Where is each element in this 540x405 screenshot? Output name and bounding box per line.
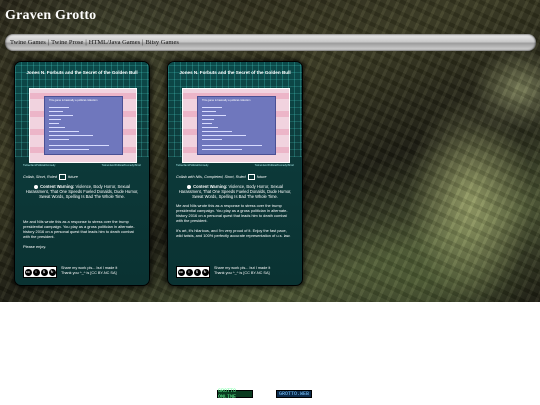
license-text: Share my work pls... but I made it Thank… xyxy=(61,266,117,276)
thumb-line xyxy=(49,139,69,141)
nav-separator: | xyxy=(85,39,87,46)
game-title[interactable]: Jones N. Forbuts and the Secret of the G… xyxy=(21,70,143,76)
thumb-header: This game is basically a political colle… xyxy=(49,99,98,102)
game-title[interactable]: Jones N. Forbuts and the Secret of the G… xyxy=(174,70,296,76)
thumb-line xyxy=(49,119,61,121)
thumb-line xyxy=(202,115,226,117)
thumb-line xyxy=(49,145,109,147)
thumb-line xyxy=(49,115,73,117)
game-description: Me and Nils wrote this as a response to … xyxy=(176,203,294,243)
license-text: Share my work pls... but I made it Thank… xyxy=(214,266,270,276)
nav-separator: | xyxy=(142,39,144,46)
description-paragraph: It's art, it's hilarious, and I'm very p… xyxy=(176,228,291,238)
tag-right: Twine/Jam/Political/Comedy/Short xyxy=(101,164,141,167)
nav-bitsy-games[interactable]: Bitsy Games xyxy=(145,39,178,46)
nav-twine-prose[interactable]: Twine Prose xyxy=(51,39,83,46)
tag-icon xyxy=(247,174,255,180)
content-warning: Content Warning: Violence, Body Horror, … xyxy=(176,184,294,199)
game-card: Jones N. Forbuts and the Secret of the G… xyxy=(167,61,303,286)
by-icon: i xyxy=(32,268,40,276)
collab-line: Collab with Nils, Completed, Short, Rule… xyxy=(176,174,266,180)
license-block: cc i $ ↻ Share my work pls... but I made… xyxy=(176,266,270,278)
footer-badge-right[interactable]: GROTTO.WEB xyxy=(276,390,312,398)
thumb-line xyxy=(202,107,222,109)
nc-icon: $ xyxy=(193,268,201,276)
collab-end: future xyxy=(68,175,78,179)
license-block: cc i $ ↻ Share my work pls... but I made… xyxy=(23,266,117,278)
thumb-line xyxy=(49,111,63,113)
thumb-line xyxy=(202,127,218,129)
site-title: Graven Grotto xyxy=(5,8,97,23)
sa-icon: ↻ xyxy=(48,268,56,276)
by-icon: i xyxy=(185,268,193,276)
tag-left: Twine/Jam/Political/Comedy xyxy=(176,164,209,167)
main-nav: Twine Games | Twine Prose | HTML/Java Ga… xyxy=(5,34,536,51)
nav-html-java-games[interactable]: HTML/Java Games xyxy=(89,39,140,46)
thumb-line xyxy=(202,119,214,121)
license-thanks: Thank you ^_^ is [CC BY-NC SA] xyxy=(214,271,270,275)
thumb-line xyxy=(202,149,242,151)
tag-bar: Twine/Jam/Political/Comedy Twine/Jam/Pol… xyxy=(23,164,141,168)
tag-icon xyxy=(59,174,67,180)
sa-icon: ↻ xyxy=(201,268,209,276)
thumb-line xyxy=(49,123,59,125)
tag-bar: Twine/Jam/Political/Comedy Twine/Jam/Pol… xyxy=(176,164,294,168)
description-paragraph: Me and Nils wrote this as a response to … xyxy=(23,219,135,239)
thumb-line xyxy=(49,149,89,151)
hero-background: Graven Grotto Twine Games | Twine Prose … xyxy=(0,0,540,302)
collab-end: future xyxy=(256,175,267,179)
thumb-line xyxy=(49,135,93,137)
cc-icon: cc xyxy=(177,268,185,276)
cc-license-badge[interactable]: cc i $ ↻ xyxy=(176,266,210,278)
thumb-text-box: This game is basically a political colle… xyxy=(197,96,276,155)
tag-right: Twine/Jam/Political/Comedy/Short xyxy=(254,164,294,167)
game-thumbnail[interactable]: This game is basically a political colle… xyxy=(29,88,137,163)
thumb-line xyxy=(202,123,212,125)
tag-left: Twine/Jam/Political/Comedy xyxy=(23,164,56,167)
thumb-line xyxy=(49,127,65,129)
thumb-line xyxy=(202,145,262,147)
thumb-line xyxy=(202,131,232,133)
game-description: Me and Nils wrote this as a response to … xyxy=(23,219,141,254)
thumb-line xyxy=(202,135,246,137)
license-thanks: Thank you ^_^ is [CC BY-NC SA] xyxy=(61,271,117,275)
nav-twine-games[interactable]: Twine Games xyxy=(10,39,46,46)
thumb-line xyxy=(49,107,69,109)
collab-line: Collab, Short, Ruled future xyxy=(23,174,78,180)
footer-badge-left[interactable]: GROTTO ONLINE xyxy=(217,388,253,400)
game-card: Jones N. Forbuts and the Secret of the G… xyxy=(14,61,150,286)
description-paragraph: Please enjoy. xyxy=(23,244,47,249)
thumb-line xyxy=(49,131,79,133)
game-thumbnail[interactable]: This game is basically a political colle… xyxy=(182,88,290,163)
thumb-text-box: This game is basically a political colle… xyxy=(44,96,123,155)
thumb-line xyxy=(202,139,222,141)
collab-text: Collab, Short, Ruled xyxy=(23,175,57,179)
nav-separator: | xyxy=(47,39,50,46)
cc-icon: cc xyxy=(24,268,32,276)
thumb-line xyxy=(202,111,216,113)
content-warning: Content Warning: Violence, Body Horror, … xyxy=(23,184,141,199)
collab-text: Collab with Nils, Completed, Short, Rule… xyxy=(176,175,246,179)
description-paragraph: Me and Nils wrote this as a response to … xyxy=(176,203,288,223)
thumb-header: This game is basically a political colle… xyxy=(202,99,251,102)
nc-icon: $ xyxy=(40,268,48,276)
cc-license-badge[interactable]: cc i $ ↻ xyxy=(23,266,57,278)
